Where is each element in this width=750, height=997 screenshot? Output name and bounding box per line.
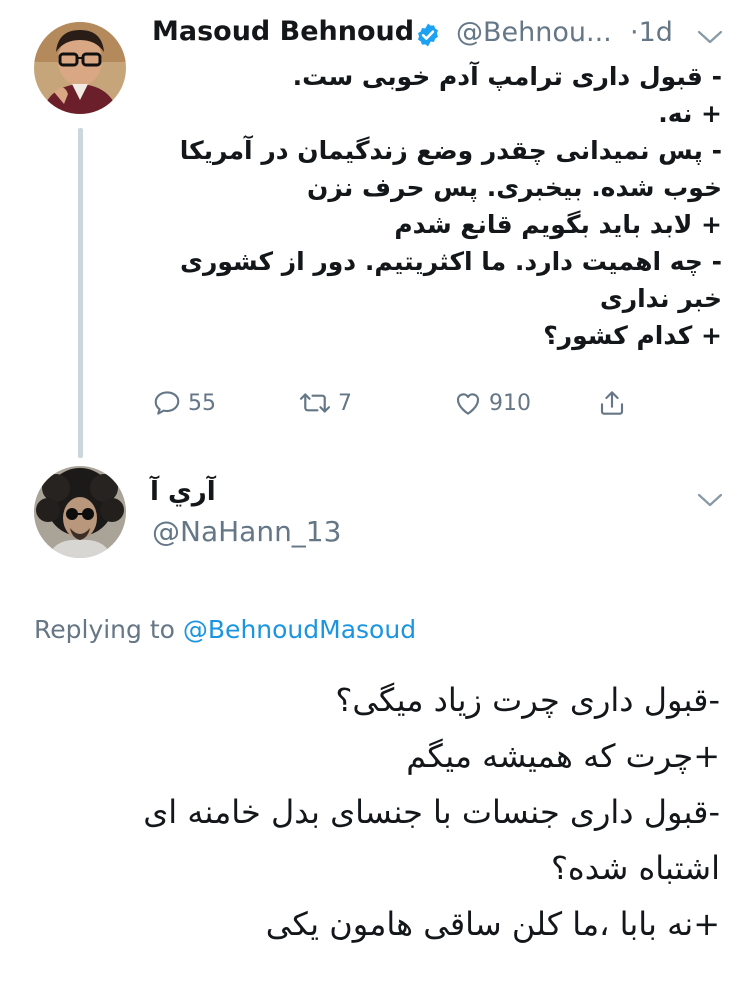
reply-count: 55 [188, 390, 216, 416]
tweet-line: -قبول داری چرت زیاد میگی؟ [335, 681, 720, 719]
tweet-text: -قبول داری چرت زیاد میگی؟ +چرت که همیشه … [30, 672, 720, 952]
tweet-line: - چه اهمیت دارد. ما اکثریتیم. دور از کشو… [180, 247, 722, 276]
tweet-line: - قبول داری ترامپ آدم خوبی ست. [292, 62, 722, 91]
tweet-line: - پس نمیدانی چقدر وضع زندگیمان در آمریکا [179, 136, 722, 165]
like-icon [456, 393, 480, 415]
author-handle[interactable]: @NaHann_13 [152, 515, 341, 548]
author-name[interactable]: آري آ [150, 477, 216, 507]
tweet-line: خبر نداری [599, 284, 722, 313]
tweet-line: اشتباه شده؟ [550, 849, 720, 887]
tweet-timestamp[interactable]: ·1d [630, 17, 673, 48]
retweet-count: 7 [338, 390, 352, 416]
share-button[interactable] [597, 385, 627, 421]
like-count: 910 [489, 390, 531, 416]
reply-icon [154, 391, 180, 415]
tweet-line: خوب شده. بیخبری. پس حرف نزن [306, 173, 722, 202]
share-icon [600, 391, 624, 415]
replying-to: Replying to @BehnoudMasoud [34, 615, 416, 644]
thread-connector-line [78, 128, 83, 458]
tweet-line: +نه بابا ،ما کلن ساقی هامون یکی [265, 905, 720, 943]
chevron-down-icon[interactable] [696, 490, 724, 510]
chevron-down-icon[interactable] [696, 27, 724, 47]
tweet-line: + لابد باید بگویم قانع شدم [394, 210, 722, 239]
tweet-line: +چرت که همیشه میگم [406, 737, 720, 775]
tweet-line: + نه. [658, 99, 722, 128]
author-handle[interactable]: @Behnou... [456, 17, 612, 48]
avatar-nahann[interactable] [34, 466, 126, 558]
tweet-line: -قبول داری جنسات با جنسای بدل خامنه ای [143, 793, 720, 831]
tweet-text: - قبول داری ترامپ آدم خوبی ست. + نه. - پ… [150, 58, 722, 354]
author-name[interactable]: Masoud Behnoud [152, 16, 414, 47]
replying-prefix: Replying to [34, 615, 175, 644]
retweet-icon [299, 393, 331, 413]
retweet-button[interactable]: 7 [298, 385, 352, 421]
verified-badge-icon [415, 22, 441, 48]
tweet-line: + کدام کشور؟ [543, 321, 722, 350]
avatar-masoud[interactable] [34, 22, 126, 114]
replying-to-link[interactable]: @BehnoudMasoud [183, 615, 416, 644]
like-button[interactable]: 910 [453, 385, 531, 421]
reply-button[interactable]: 55 [152, 385, 216, 421]
